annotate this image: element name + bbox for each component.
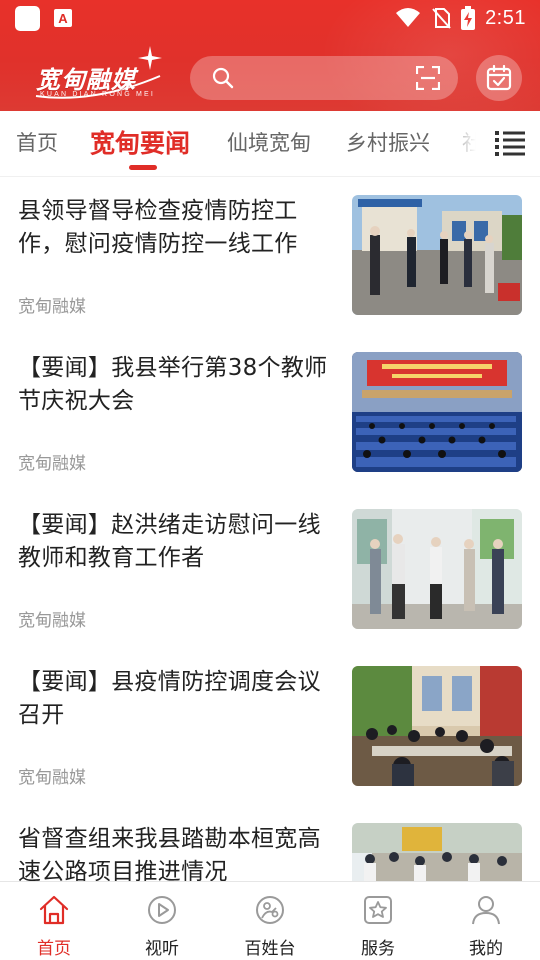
- nav-video-label: 视听: [145, 939, 179, 959]
- user-icon: [472, 896, 500, 925]
- news-source: 宽甸融媒: [18, 611, 86, 631]
- app-header: A 2:51 宽甸融媒 KUAN DIAN RONG MEI: [0, 0, 540, 111]
- tab-kuandian-news[interactable]: 宽甸要闻: [90, 124, 190, 160]
- news-thumbnail: [352, 352, 522, 472]
- home-icon: [39, 895, 69, 925]
- sim-off-icon: [432, 8, 451, 29]
- active-tab-indicator: [129, 165, 157, 170]
- news-title: 【要闻】县疫情防控调度会议召开: [18, 669, 321, 728]
- calendar-button[interactable]: [476, 55, 522, 101]
- nav-community-label: 百姓台: [244, 939, 296, 959]
- service-star-icon: [364, 896, 392, 924]
- search-icon: [212, 67, 234, 89]
- play-icon: [148, 896, 176, 924]
- status-time: 2:51: [485, 6, 526, 29]
- tab-xianjing-kuandian[interactable]: 仙境宽甸: [227, 127, 311, 157]
- news-title: 省督查组来我县踏勘本桓宽高速公路项目推进情况: [18, 826, 321, 885]
- people-icon: [256, 896, 284, 924]
- news-title: 【要闻】我县举行第38个教师节庆祝大会: [18, 355, 328, 414]
- sparkle-icon: [138, 46, 162, 70]
- tab-rural-revitalization[interactable]: 乡村振兴: [346, 127, 430, 157]
- news-item[interactable]: 【要闻】赵洪绪走访慰问一线教师和教育工作者 宽甸融媒: [0, 509, 540, 666]
- news-thumbnail: [352, 509, 522, 629]
- channel-menu-button[interactable]: [480, 111, 540, 175]
- logo-subtext: KUAN DIAN RONG MEI: [40, 91, 156, 98]
- news-thumbnail: [352, 195, 522, 315]
- acrobat-notification-icon: A: [54, 9, 72, 27]
- category-tabs: 首页 宽甸要闻 仙境宽甸 乡村振兴 社: [0, 111, 540, 177]
- calendar-check-icon: [486, 65, 512, 91]
- status-bar: A 2:51: [0, 0, 540, 36]
- nav-home-label: 首页: [37, 939, 71, 959]
- nav-service-label: 服务: [361, 939, 395, 959]
- nav-home[interactable]: 首页: [0, 882, 108, 960]
- app-logo: 宽甸融媒 KUAN DIAN RONG MEI: [34, 44, 164, 106]
- scan-icon[interactable]: [416, 66, 440, 90]
- list-menu-icon: [495, 131, 525, 156]
- news-source: 宽甸融媒: [18, 297, 86, 317]
- logo-text: 宽甸融媒: [36, 66, 136, 94]
- nav-video[interactable]: 视听: [108, 882, 216, 960]
- nav-community[interactable]: 百姓台: [216, 882, 324, 960]
- tab-home[interactable]: 首页: [16, 127, 58, 157]
- search-bar[interactable]: [190, 56, 458, 100]
- nav-profile[interactable]: 我的: [432, 882, 540, 960]
- news-item[interactable]: 【要闻】我县举行第38个教师节庆祝大会 宽甸融媒: [0, 352, 540, 509]
- svg-text:A: A: [58, 11, 68, 26]
- notification-app-icon: [15, 6, 40, 31]
- battery-charging-icon: [461, 6, 476, 30]
- nav-service[interactable]: 服务: [324, 882, 432, 960]
- news-thumbnail: [352, 666, 522, 786]
- nav-profile-label: 我的: [469, 939, 503, 959]
- news-item[interactable]: 县领导督导检查疫情防控工作，慰问疫情防控一线工作 宽甸融媒: [0, 195, 540, 352]
- news-title: 【要闻】赵洪绪走访慰问一线教师和教育工作者: [18, 512, 321, 571]
- bottom-navigation: 首页 视听 百姓台 服务 我的: [0, 881, 540, 960]
- tab-fade: [440, 111, 480, 175]
- news-source: 宽甸融媒: [18, 768, 86, 788]
- news-source: 宽甸融媒: [18, 454, 86, 474]
- news-item[interactable]: 【要闻】县疫情防控调度会议召开 宽甸融媒: [0, 666, 540, 823]
- news-title: 县领导督导检查疫情防控工作，慰问疫情防控一线工作: [18, 198, 298, 257]
- wifi-icon: [396, 8, 421, 27]
